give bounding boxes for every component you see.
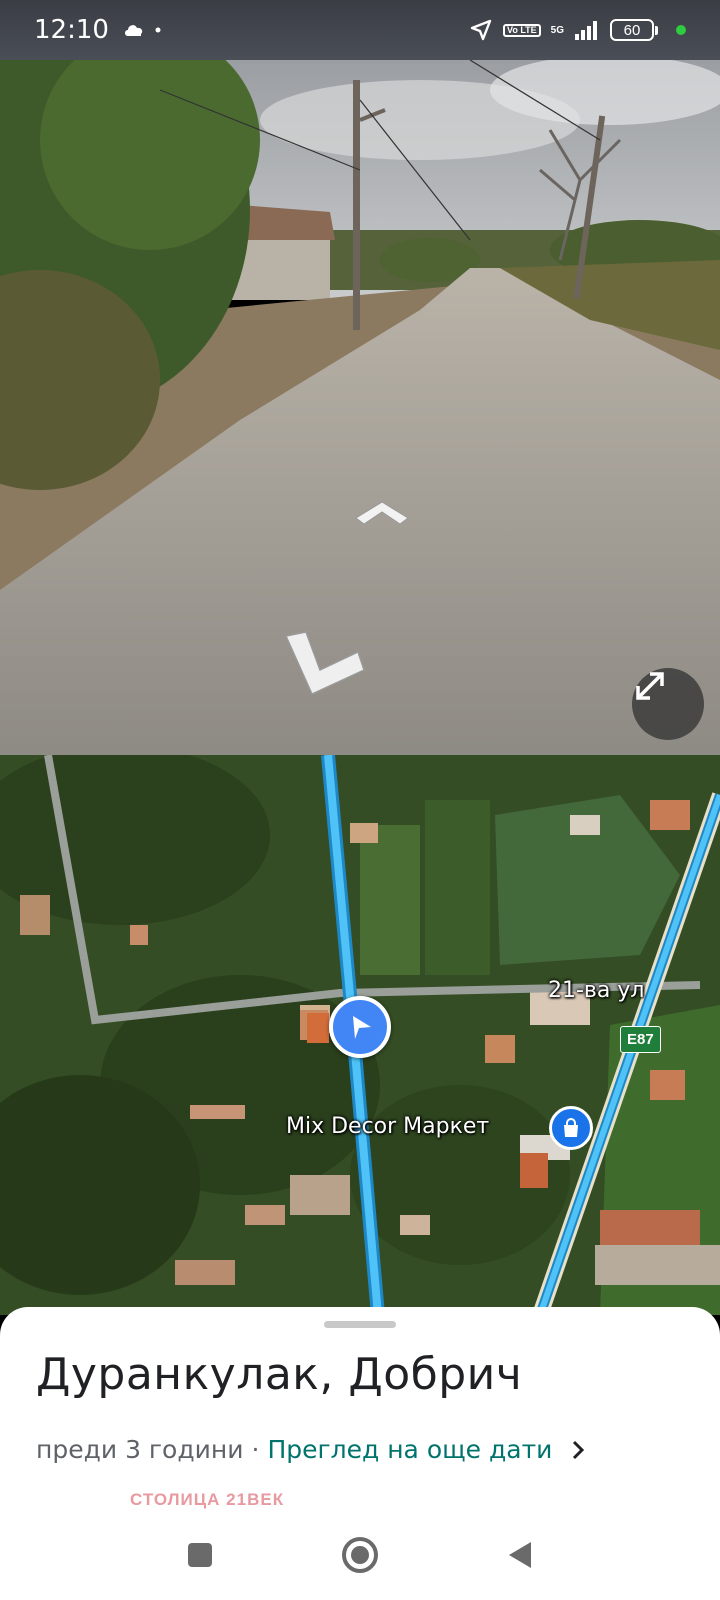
capture-age: преди 3 години (36, 1435, 244, 1464)
cloud-icon (124, 25, 143, 36)
place-title: Дуранкулак, Добрич (36, 1349, 523, 1400)
watermark: СТОЛИЦА 21ВЕК (130, 1490, 285, 1509)
recents-button[interactable] (175, 1530, 225, 1580)
current-location-marker[interactable] (329, 996, 391, 1058)
back-arrow-icon[interactable] (282, 630, 366, 696)
drag-handle[interactable] (324, 1321, 396, 1328)
expand-button[interactable] (632, 668, 704, 740)
home-button[interactable] (335, 1530, 385, 1580)
forward-arrow-icon[interactable] (354, 500, 410, 528)
navigation-arrow-icon (353, 1016, 371, 1039)
expand-icon (636, 672, 664, 700)
status-time: 12:10 (34, 15, 109, 45)
privacy-indicator-dot (676, 25, 686, 35)
volte-indicator: Vo LTE (502, 23, 541, 37)
battery-icon: 60 (610, 19, 658, 41)
triangle-back-icon (509, 1542, 531, 1568)
shop-pin[interactable] (549, 1106, 593, 1150)
capture-info-row: преди 3 години · Преглед на още дати (36, 1435, 586, 1464)
square-icon (188, 1543, 212, 1567)
poi-label[interactable]: Mix Decor Маркет (286, 1114, 489, 1139)
separator-dot: · (251, 1435, 260, 1464)
chevron-right-icon[interactable] (570, 1439, 586, 1461)
road-badge: E87 (620, 1026, 661, 1053)
street-view-panorama[interactable] (0, 0, 720, 755)
signal-icon (575, 21, 597, 40)
system-navigation-bar (0, 1510, 720, 1600)
dot-icon (155, 27, 161, 33)
network-type: 5G (550, 24, 564, 36)
street-label: 21-ва ул (548, 978, 645, 1003)
location-arrow-icon (470, 19, 492, 41)
more-dates-link[interactable]: Преглед на още дати (267, 1435, 552, 1464)
shopping-bag-icon (564, 1118, 578, 1137)
back-button[interactable] (495, 1530, 545, 1580)
battery-level: 60 (610, 19, 654, 41)
status-bar: 12:10 Vo LTE 5G 60 (0, 0, 720, 60)
circle-icon (342, 1537, 378, 1573)
